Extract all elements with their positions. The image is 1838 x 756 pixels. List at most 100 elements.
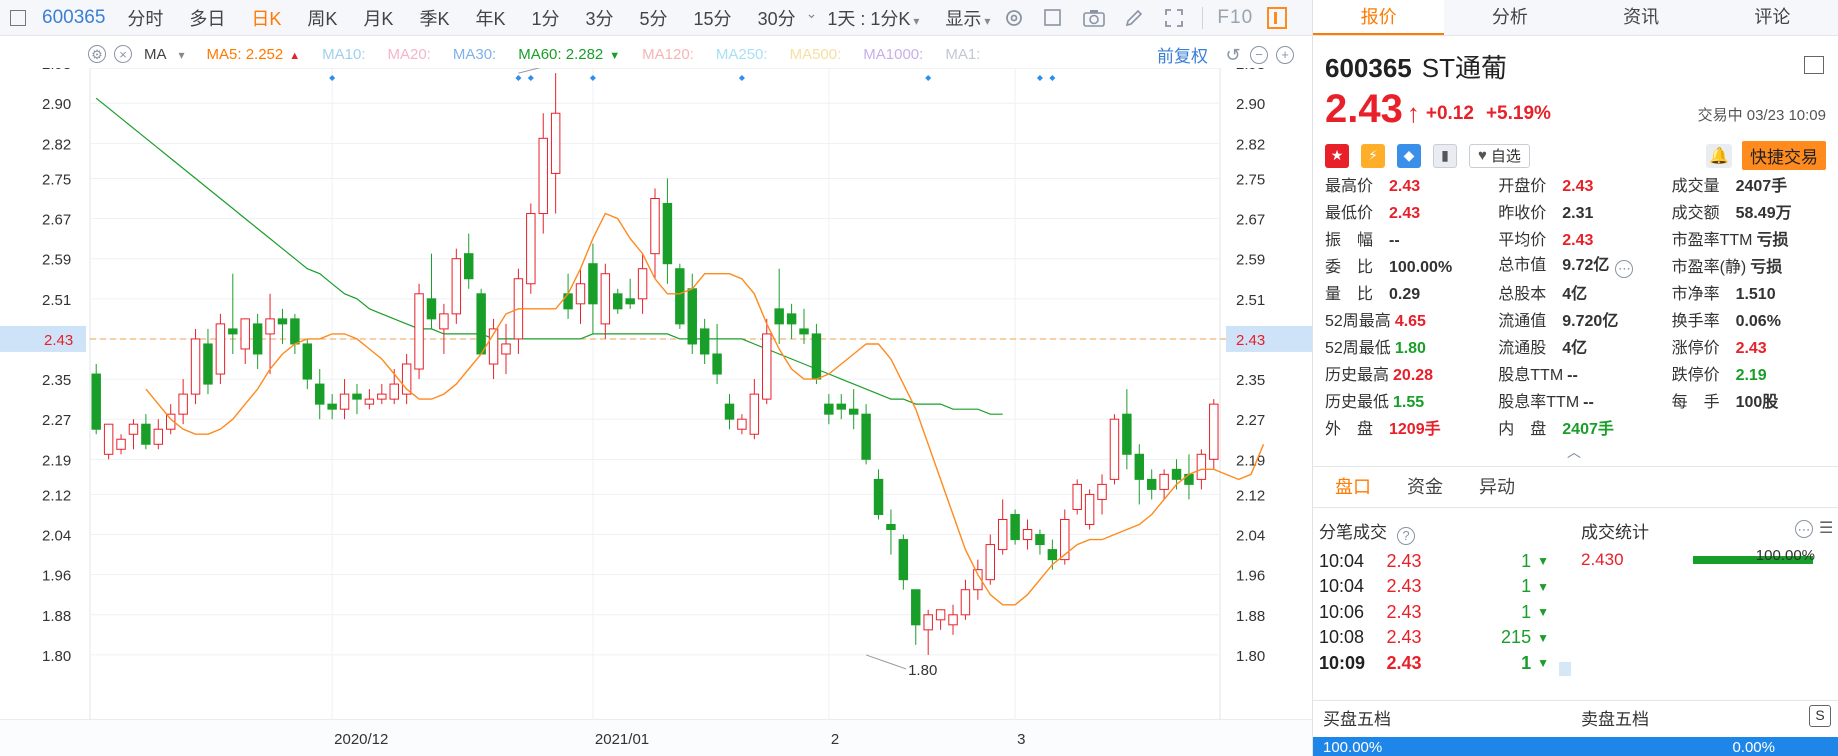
candle-body [1159,473,1169,490]
period-tab[interactable]: 周K [307,5,337,31]
period-tab[interactable]: 15分 [694,5,732,31]
x-tick-label: 2 [831,731,839,748]
quote-label: 涨停价 [1671,339,1720,357]
sub-tab[interactable]: 资金 [1407,467,1443,507]
candle-body [538,137,548,215]
y-tick-label-right: 2.98 [1236,68,1265,73]
sell-arrow-icon: ▼ [1537,579,1549,594]
zoom-out-icon[interactable]: − [1250,45,1268,64]
camera-icon[interactable] [1082,7,1106,29]
period-tab[interactable]: 3分 [586,5,614,31]
panel-toggle-icon[interactable] [1267,6,1288,29]
panel-tab[interactable]: 资讯 [1576,0,1707,35]
period-tab[interactable]: 多日 [189,5,225,31]
candle-body [935,609,946,621]
price-change: +0.12 [1425,103,1474,124]
f10-button[interactable]: F10 [1217,7,1253,29]
ma-value[interactable]: MA20: [388,46,431,63]
event-marker-icon [527,75,534,81]
expand-chevron-icon[interactable]: ︿ [1567,442,1581,462]
candle-body [1146,478,1157,490]
sub-tab[interactable]: 盘口 [1335,467,1371,507]
ma-selector[interactable]: MA ▾ [144,46,185,63]
display-menu[interactable]: 显示 ▾ [945,5,990,31]
period-tab[interactable]: 日K [251,5,281,31]
quote-value: -- [1389,231,1400,249]
range-selector[interactable]: 1天 : 1分K ▾ [827,5,919,31]
buy-ratio: 100.00% [1323,739,1383,756]
period-more-icon[interactable]: ⌄ [806,5,818,31]
quick-trade-button[interactable]: 快捷交易 [1742,141,1826,170]
help-icon[interactable]: ? [1397,526,1415,545]
more-icon[interactable]: ⋯ [1795,520,1813,538]
sell-arrow-icon: ▼ [1537,605,1549,619]
layout-toggle-icon[interactable] [10,9,26,26]
china-flag-icon: ★ [1325,143,1349,168]
y-tick-label-right: 2.35 [1236,372,1265,389]
period-tab[interactable]: 1分 [531,5,559,31]
quote-value: 1.80 [1394,339,1426,357]
ma-value[interactable]: MA1000: [863,46,923,63]
quote-label: 股息TTM [1498,366,1564,384]
stock-code[interactable]: 600365 [42,7,105,29]
candle-body [252,323,263,355]
high-leader-line [518,68,541,74]
quote-value: 100股 [1735,393,1779,411]
ma-value[interactable]: MA10: [322,46,365,63]
quote-value: 1.55 [1393,393,1425,411]
ma-value[interactable]: MA120: [642,46,694,63]
y-tick-label-right: 2.82 [1236,136,1265,153]
bell-icon[interactable]: 🔔 [1706,143,1732,168]
quote-label: 开盘价 [1498,177,1547,195]
period-tab[interactable]: 分时 [127,5,163,31]
panel-tab[interactable]: 报价 [1313,0,1445,35]
y-tick-label-left: 2.59 [42,252,71,269]
current-price-label-left: 2.43 [44,332,73,349]
ma-value[interactable]: MA1: [945,46,980,63]
more-icon[interactable]: ⋯ [1615,259,1634,278]
tag-icon[interactable]: ◆ [1397,143,1421,168]
quote-label: 成交额 [1671,204,1720,222]
reset-icon[interactable]: ↺ [1224,46,1242,64]
fullscreen-icon[interactable] [1162,7,1186,29]
quote-cell: 外 盘 1209手 [1325,415,1498,439]
ma-value[interactable]: MA30: [453,46,496,63]
event-marker-icon [1036,75,1043,81]
list-icon[interactable]: ☰ [1819,518,1833,538]
stock-actions: ★ ⚡ ◆ ▮ ♥ 自选 🔔 快捷交易 [1325,141,1826,170]
ma-value[interactable]: MA60: 2.282 ▼ [518,46,620,63]
quote-label: 52周最高 [1325,312,1391,330]
period-tab[interactable]: 季K [419,5,449,31]
sell-arrow-icon: ▼ [1537,656,1549,670]
bookmark-icon[interactable]: ▮ [1433,143,1457,168]
ma-value[interactable]: MA250: [716,46,768,63]
sidebar-icon[interactable] [1804,56,1824,74]
candle-body [1122,413,1132,455]
kline-chart[interactable]: 2.98 2.98 2.90 2.90 2.82 2.82 2.75 2.75 2.67 2.67… [0,68,1312,756]
panel-tab[interactable]: 评论 [1707,0,1838,35]
window-icon[interactable] [1042,7,1066,29]
lightning-icon[interactable]: ⚡ [1361,143,1385,168]
ma-trend-icon: ▲ [289,49,301,62]
adjust-mode-button[interactable]: 前复权 [1157,42,1208,67]
ma-value[interactable]: MA500: [790,46,842,63]
add-watchlist-button[interactable]: ♥ 自选 [1469,143,1530,168]
ma-settings-icon[interactable]: ⚙ [88,45,106,63]
stock-title: 600365 ST通葡 [1325,53,1507,83]
s-toggle-button[interactable]: S [1809,705,1831,727]
zoom-in-icon[interactable]: + [1276,45,1294,64]
ma-close-icon[interactable]: × [114,45,132,63]
period-tab[interactable]: 月K [363,5,393,31]
ma-value[interactable]: MA5: 2.252 ▲ [207,46,301,63]
sub-tab[interactable]: 异动 [1479,467,1515,507]
period-tab[interactable]: 年K [475,5,505,31]
chart-controls: 前复权 ↺ − + [1157,42,1302,67]
period-tab[interactable]: 5分 [640,5,668,31]
panel-tab[interactable]: 分析 [1444,0,1575,35]
quote-row: 委 比 100.00% 总市值 9.72亿 ⋯ 市盈率(静) 亏损 [1325,251,1830,278]
quote-cell: 成交量 2407手 [1672,172,1830,196]
pencil-icon[interactable] [1122,7,1146,29]
period-tab[interactable]: 30分 [758,5,796,31]
settings-icon[interactable] [1002,7,1026,29]
candle-body [277,318,288,325]
